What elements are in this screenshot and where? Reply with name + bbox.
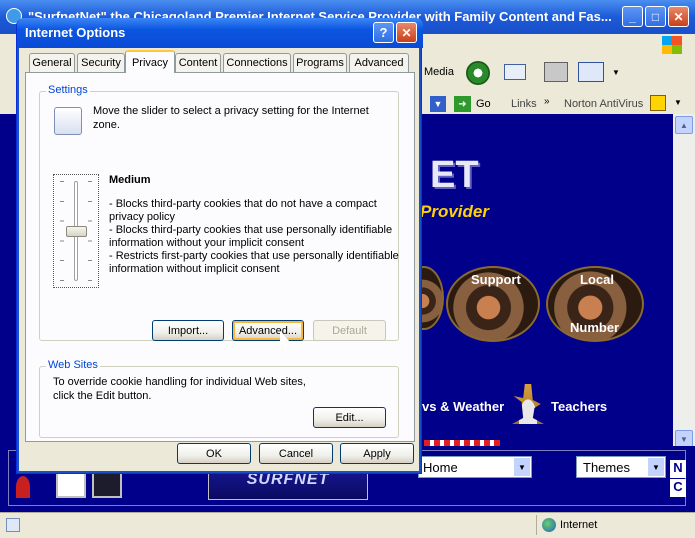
privacy-description-line: privacy policy xyxy=(109,211,176,223)
local-link[interactable]: Local xyxy=(580,272,614,287)
cancel-button[interactable]: Cancel xyxy=(259,443,333,464)
chevron-right-icon[interactable]: » xyxy=(544,96,550,107)
status-bar: Internet xyxy=(0,512,695,538)
edit-button[interactable]: Edit... xyxy=(313,407,386,428)
privacy-settings-icon xyxy=(54,107,82,135)
home-select[interactable]: Home ▼ xyxy=(418,456,532,478)
settings-group-label: Settings xyxy=(46,84,90,96)
go-button[interactable]: Go xyxy=(476,98,491,110)
privacy-description-line: - Restricts first-party cookies that use… xyxy=(109,250,399,262)
privacy-level-slider[interactable] xyxy=(53,174,99,288)
news-weather-link[interactable]: vs & Weather xyxy=(422,399,504,414)
ie-toolbar: Media ▼ ▼ ➜ Go Links » Norton AntiVirus … xyxy=(422,34,695,114)
teachers-link[interactable]: Teachers xyxy=(551,399,607,414)
close-button[interactable]: ✕ xyxy=(668,6,689,27)
slider-tick-left xyxy=(60,181,64,281)
home-select-value: Home xyxy=(423,460,458,475)
tab-programs[interactable]: Programs xyxy=(293,53,347,72)
minimize-button[interactable]: _ xyxy=(622,6,643,27)
maximize-button[interactable]: □ xyxy=(645,6,666,27)
norton-icon[interactable] xyxy=(650,95,666,111)
dialog-close-button[interactable]: ✕ xyxy=(396,22,417,43)
dialog-title: Internet Options xyxy=(25,25,126,40)
support-link[interactable]: Support xyxy=(471,272,521,287)
advanced-button[interactable]: Advanced... xyxy=(232,320,304,341)
scroll-up-button[interactable]: ▲ xyxy=(675,116,693,134)
privacy-tab-panel: Settings Move the slider to select a pri… xyxy=(25,72,415,442)
privacy-description-line: information without your implicit consen… xyxy=(109,237,305,249)
number-link[interactable]: Number xyxy=(570,320,619,335)
chevron-down-icon[interactable]: ▼ xyxy=(674,98,682,107)
privacy-level-name: Medium xyxy=(109,174,151,186)
import-button[interactable]: Import... xyxy=(152,320,224,341)
edit-page-icon[interactable] xyxy=(578,62,604,82)
ok-button[interactable]: OK xyxy=(177,443,251,464)
teacher-figure-icon xyxy=(512,384,544,424)
tab-advanced[interactable]: Advanced xyxy=(349,53,409,72)
side-letter-c[interactable]: C xyxy=(670,479,686,497)
internet-zone-icon xyxy=(542,518,556,532)
vertical-scrollbar[interactable]: ▲ ▼ xyxy=(673,114,695,450)
default-button: Default xyxy=(313,320,386,341)
decorative-icon xyxy=(16,476,30,498)
internet-options-dialog: Internet Options ? ✕ General Security Pr… xyxy=(16,18,423,474)
tab-content[interactable]: Content xyxy=(175,53,221,72)
provider-text: Provider xyxy=(420,202,489,221)
slider-instruction-cont: zone. xyxy=(93,119,120,131)
print-icon[interactable] xyxy=(544,62,568,82)
media-icon[interactable] xyxy=(466,61,490,85)
chevron-down-icon[interactable]: ▼ xyxy=(514,458,530,476)
media-label[interactable]: Media xyxy=(424,66,454,78)
chevron-down-icon[interactable]: ▼ xyxy=(648,458,664,476)
tab-general[interactable]: General xyxy=(29,53,75,72)
go-arrow-icon[interactable]: ➜ xyxy=(454,96,471,112)
side-letter-n[interactable]: N xyxy=(670,460,686,478)
dialog-title-bar[interactable]: Internet Options ? ✕ xyxy=(17,18,423,48)
address-dropdown-button[interactable]: ▼ xyxy=(430,96,446,112)
themes-select[interactable]: Themes ▼ xyxy=(576,456,666,478)
privacy-description-line: - Blocks third-party cookies that do not… xyxy=(109,198,377,210)
slider-thumb[interactable] xyxy=(66,225,87,237)
privacy-description-line: - Blocks third-party cookies that use pe… xyxy=(109,224,393,236)
links-label[interactable]: Links xyxy=(511,98,537,110)
help-button[interactable]: ? xyxy=(373,22,394,43)
slider-instruction: Move the slider to select a privacy sett… xyxy=(93,105,369,117)
slider-tick-right xyxy=(88,181,92,281)
chevron-down-icon[interactable]: ▼ xyxy=(612,68,620,77)
websites-description: To override cookie handling for individu… xyxy=(53,376,306,388)
themes-select-value: Themes xyxy=(583,460,630,475)
windows-logo-icon xyxy=(662,36,682,54)
tab-connections[interactable]: Connections xyxy=(223,53,291,72)
site-logo-fragment: ET xyxy=(430,154,479,196)
mail-icon[interactable] xyxy=(504,64,526,80)
status-divider xyxy=(536,515,537,535)
privacy-description-line: information without implicit consent xyxy=(109,263,280,275)
page-status-icon xyxy=(6,518,20,532)
tab-security[interactable]: Security xyxy=(77,53,125,72)
websites-group-label: Web Sites xyxy=(46,359,100,371)
tab-privacy[interactable]: Privacy xyxy=(125,50,175,73)
apply-button[interactable]: Apply xyxy=(340,443,414,464)
websites-description-cont: click the Edit button. xyxy=(53,390,152,402)
security-zone-label: Internet xyxy=(560,519,598,531)
norton-antivirus-label[interactable]: Norton AntiVirus xyxy=(564,98,643,110)
